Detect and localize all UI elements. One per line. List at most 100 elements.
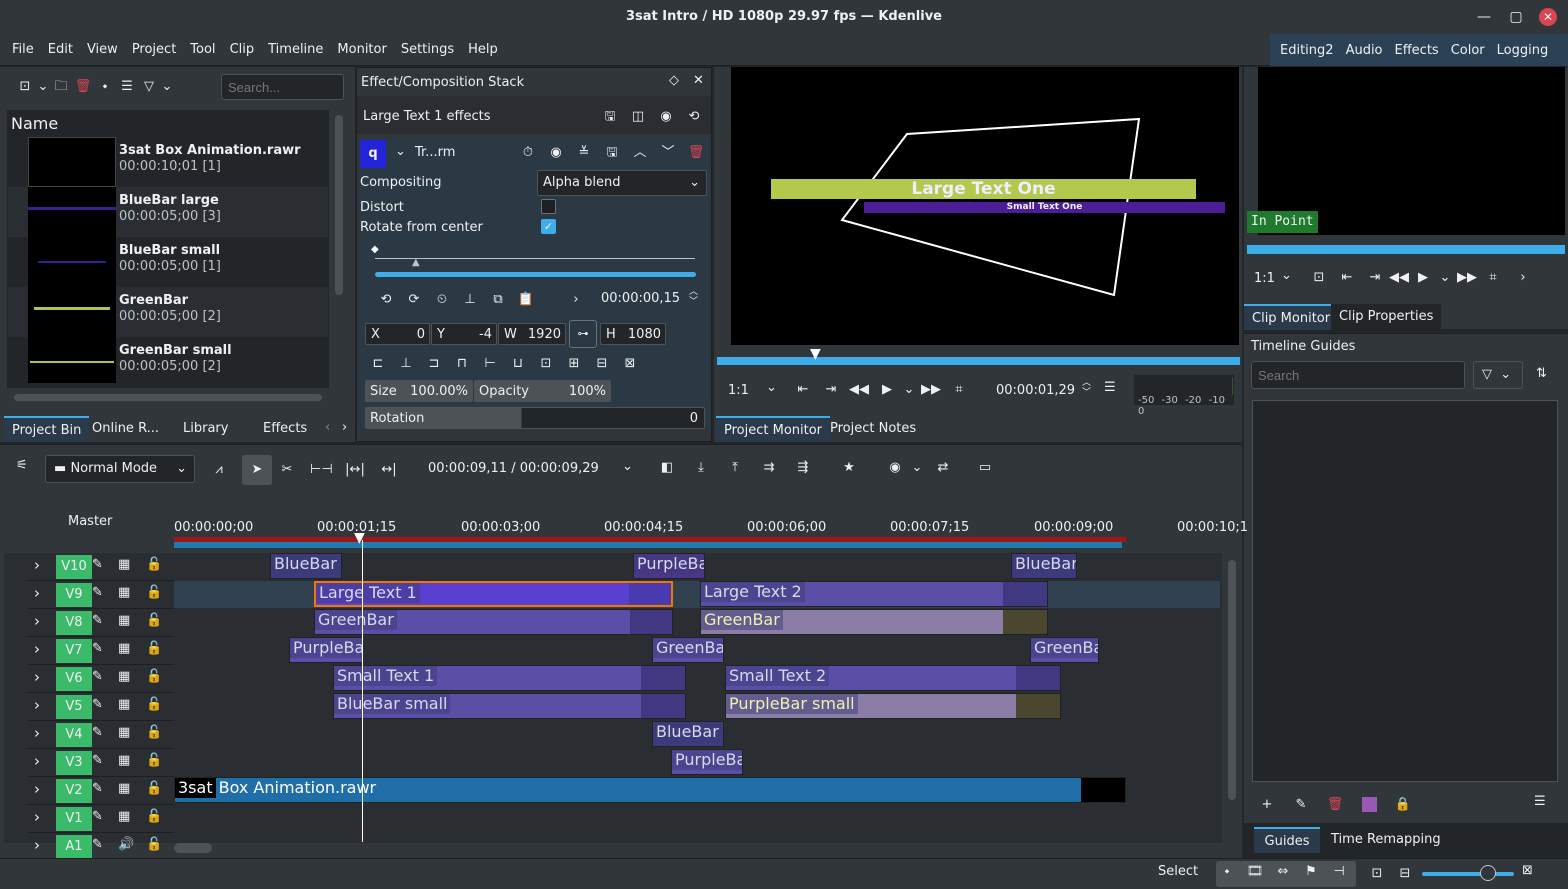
center-icon[interactable]: ⊥: [459, 289, 481, 311]
copy-icon[interactable]: ⧉: [487, 289, 509, 311]
lock-icon[interactable]: 🔒: [1392, 794, 1414, 816]
reset-icon[interactable]: ⟲: [683, 106, 705, 128]
record-icon[interactable]: ◉: [884, 457, 906, 479]
track-name[interactable]: V6: [56, 667, 92, 691]
track-edit-icon[interactable]: ✎: [92, 809, 103, 824]
tab-project-monitor[interactable]: Project Monitor: [716, 416, 831, 442]
bin-item[interactable]: GreenBar 00:00:05;00 [2]: [8, 287, 328, 337]
rotation-slider[interactable]: Rotation 0: [365, 407, 705, 429]
snap-icon[interactable]: ⩘: [208, 459, 230, 481]
bin-item[interactable]: BlueBar large 00:00:05;00 [3]: [8, 187, 328, 237]
subtitle-icon[interactable]: ▭: [974, 457, 996, 479]
clip-small-text-2[interactable]: Small Text 2: [725, 665, 1061, 691]
zoom-in-icon[interactable]: ⊠: [1522, 863, 1533, 878]
chevron-right-icon[interactable]: ›: [342, 420, 347, 435]
delete-icon[interactable]: 🗑: [72, 76, 94, 98]
track-name[interactable]: V1: [56, 807, 92, 831]
track-name[interactable]: A1: [56, 835, 92, 859]
clip-v10-bluebar[interactable]: BlueBar: [270, 553, 342, 579]
film-icon[interactable]: ▦: [118, 585, 130, 600]
track-edit-icon[interactable]: ✎: [92, 837, 103, 852]
track-edit-icon[interactable]: ✎: [92, 585, 103, 600]
opacity-slider[interactable]: Opacity 100%: [474, 380, 611, 402]
lock-icon[interactable]: 🔓: [146, 837, 162, 852]
favorite-icon[interactable]: ★: [838, 457, 860, 479]
expand-track-icon[interactable]: ›: [34, 696, 40, 714]
bin-item[interactable]: BlueBar small 00:00:05;00 [1]: [8, 237, 328, 287]
lock-icon[interactable]: 🔓: [146, 585, 162, 600]
edit-mode-select[interactable]: ▬ Normal Mode ⌄: [45, 455, 195, 483]
zoom-slider[interactable]: [1422, 872, 1514, 876]
track-edit-icon[interactable]: ✎: [92, 697, 103, 712]
menu-icon[interactable]: ☰: [1104, 380, 1116, 395]
menu-view[interactable]: View: [80, 34, 125, 66]
clip-v3-purplebar[interactable]: PurpleBa: [671, 749, 743, 775]
playhead-marker[interactable]: ▼: [354, 530, 365, 546]
clip-monitor-view[interactable]: [1258, 67, 1565, 235]
align-right-icon[interactable]: ⊐: [423, 353, 445, 375]
playhead-marker[interactable]: ▼: [810, 346, 821, 362]
align-left-icon[interactable]: ⊏: [367, 353, 389, 375]
spin-icon[interactable]: ︿ ﹀: [689, 287, 698, 307]
set-out-icon[interactable]: ⇥: [820, 379, 842, 401]
guides-filter-button[interactable]: ▽ ⌄: [1473, 361, 1523, 389]
align-vcenter-icon[interactable]: ⊢: [479, 353, 501, 375]
menu-icon[interactable]: ☰: [116, 76, 138, 98]
expand-track-icon[interactable]: ›: [34, 640, 40, 658]
expand-track-icon[interactable]: ›: [34, 724, 40, 742]
paste-icon[interactable]: 📋: [515, 289, 537, 311]
save-icon[interactable]: 🖫: [601, 142, 623, 164]
select-tool-icon[interactable]: ➤: [242, 455, 272, 485]
bin-horizontal-scrollbar[interactable]: [14, 394, 322, 401]
expand-icon[interactable]: ›: [1512, 267, 1534, 289]
reset-size-icon[interactable]: ⊠: [619, 353, 641, 375]
film-icon[interactable]: ▦: [118, 753, 130, 768]
workspace-editing2[interactable]: Editing2: [1274, 34, 1340, 68]
zoom-slider-handle[interactable]: [1480, 865, 1496, 881]
timeline-timecode[interactable]: 00:00:09,11 / 00:00:09,29: [428, 461, 599, 476]
lock-icon[interactable]: 🔓: [146, 557, 162, 572]
align-top-icon[interactable]: ⊓: [451, 353, 473, 375]
w-field[interactable]: W 1920: [498, 323, 566, 345]
film-icon[interactable]: ▦: [118, 697, 130, 712]
spacer-tool-icon[interactable]: ⊢⊣: [310, 459, 333, 481]
zoom-fit-icon[interactable]: ⊟: [591, 353, 613, 375]
chevron-down-icon[interactable]: ⌄: [766, 380, 777, 395]
expand-track-icon[interactable]: ›: [34, 780, 40, 798]
menu-file[interactable]: File: [5, 34, 41, 66]
track-edit-icon[interactable]: ✎: [92, 753, 103, 768]
project-monitor-view[interactable]: Large Text One Small Text One: [731, 67, 1239, 345]
lock-icon[interactable]: 🔓: [146, 753, 162, 768]
track-name[interactable]: V5: [56, 695, 92, 719]
chevron-left-icon[interactable]: ‹: [325, 420, 330, 435]
expand-track-icon[interactable]: ›: [34, 836, 40, 854]
menu-timeline[interactable]: Timeline: [261, 34, 330, 66]
keyframe-cursor[interactable]: ▲: [412, 257, 420, 268]
track-name[interactable]: V9: [56, 583, 92, 607]
clip-position-bar[interactable]: [1247, 245, 1565, 254]
film-icon[interactable]: ▦: [118, 641, 130, 656]
move-down-icon[interactable]: ﹀: [657, 142, 679, 164]
float-icon[interactable]: ◇: [669, 73, 679, 88]
workspace-effects[interactable]: Effects: [1389, 34, 1445, 68]
toggle-icon[interactable]: ⊡: [1308, 267, 1330, 289]
workspace-logging[interactable]: Logging: [1491, 34, 1555, 68]
guides-search-input[interactable]: [1251, 361, 1465, 389]
clip-v5-purplebar-small[interactable]: PurpleBar small: [725, 693, 1061, 719]
tag-icon[interactable]: ⬩: [1216, 861, 1238, 883]
move-up-icon[interactable]: ︿: [629, 142, 651, 164]
clip-v4-bluebar[interactable]: BlueBar: [652, 721, 724, 747]
h-field[interactable]: H 1080: [600, 323, 666, 345]
bin-header-name[interactable]: Name: [11, 114, 58, 133]
align-bottom-icon[interactable]: ⊔: [507, 353, 529, 375]
monitor-timecode[interactable]: 00:00:01,29: [996, 383, 1075, 398]
clip-v8-greenbar[interactable]: GreenBar: [314, 609, 673, 635]
track-edit-icon[interactable]: ✎: [92, 641, 103, 656]
tab-effects[interactable]: Effects: [255, 416, 315, 442]
clip-v7-greenbar-2[interactable]: GreenBa: [1030, 637, 1099, 663]
lock-icon[interactable]: 🔓: [146, 641, 162, 656]
bin-item[interactable]: 3sat Box Animation.rawr 00:00:10;01 [1]: [8, 137, 328, 187]
distort-checkbox[interactable]: [541, 199, 556, 214]
zoom-out-icon[interactable]: ⊟: [1394, 863, 1416, 885]
add-keyframe-icon[interactable]: ⟳: [403, 289, 425, 311]
